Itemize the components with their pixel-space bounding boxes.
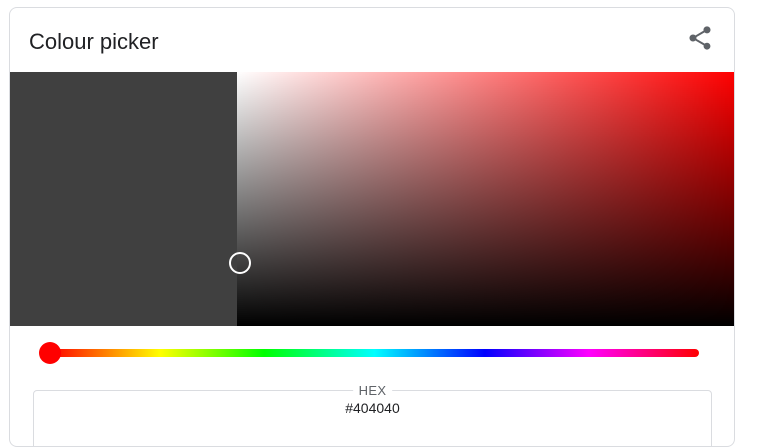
saturation-value-area[interactable] [229, 72, 734, 326]
hex-input[interactable] [34, 400, 711, 416]
hex-field: HEX [33, 383, 712, 446]
picker-row [10, 72, 734, 326]
hue-slider[interactable] [39, 342, 699, 364]
colour-preview-swatch [10, 72, 237, 326]
card-title: Colour picker [29, 29, 159, 54]
share-icon [689, 26, 711, 50]
saturation-value-handle[interactable] [229, 251, 251, 274]
hex-label: HEX [352, 383, 393, 398]
colour-picker-card: Colour picker HEX [9, 7, 735, 447]
share-button[interactable] [686, 24, 714, 52]
hue-slider-thumb[interactable] [39, 342, 61, 364]
